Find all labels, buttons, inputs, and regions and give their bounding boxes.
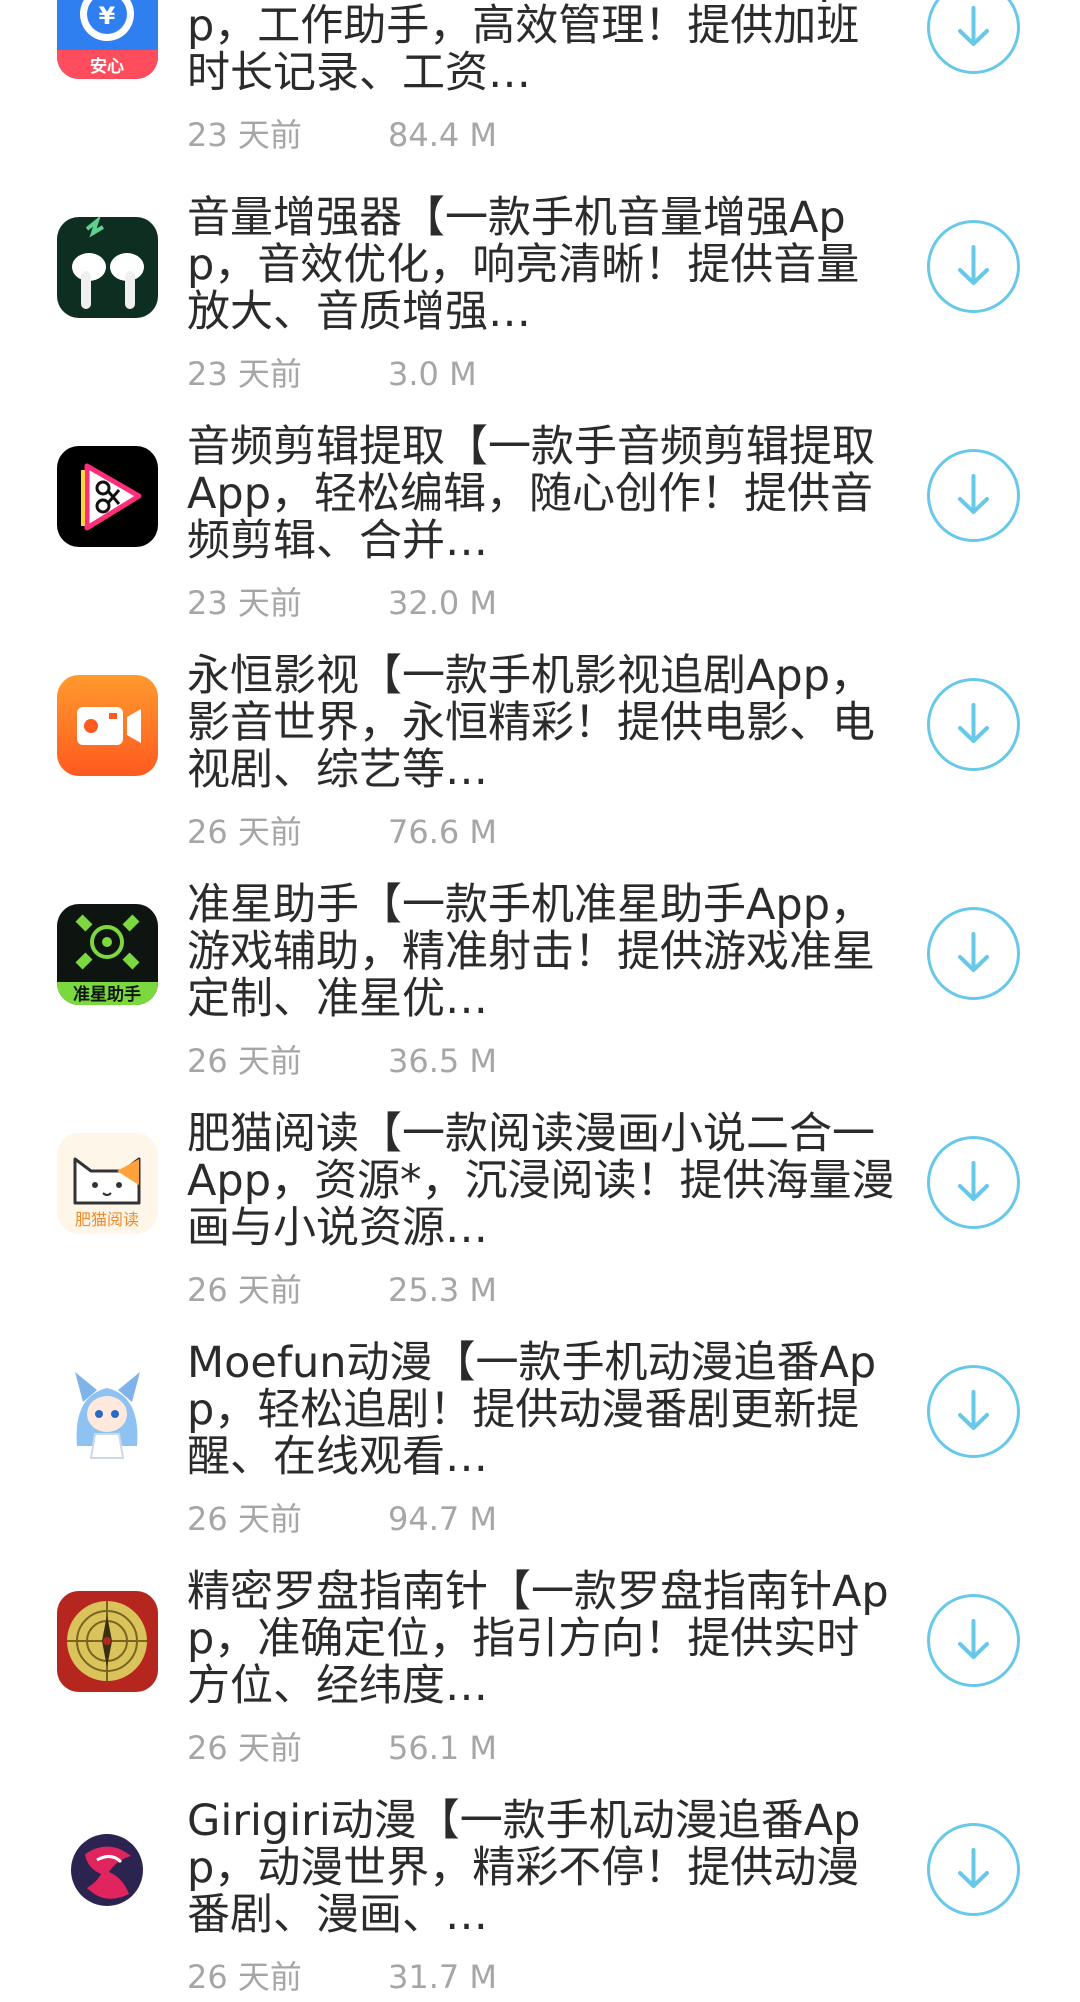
list-item[interactable]: 音频剪辑提取【一款手音频剪辑提取App，轻松编辑，随心创作！提供音频剪辑、合并…… — [0, 424, 1080, 675]
app-file-size: 94.7 M — [388, 1500, 498, 1538]
clock-yen-icon: ¥ 安心 — [57, 0, 158, 79]
svg-text:准星助手: 准星助手 — [73, 984, 141, 1005]
download-button[interactable] — [927, 1823, 1020, 1916]
app-description: Girigiri动漫【一款手机动漫追番App，动漫世界，精彩不停！提供动漫番剧、… — [187, 1798, 861, 1940]
app-description: 准星助手【一款手机准星助手App，游戏辅助，精准射击！提供游戏准星定制、准星优… — [187, 882, 875, 1024]
download-button[interactable] — [927, 1365, 1020, 1458]
app-update-date: 23 天前 — [187, 116, 302, 154]
list-item[interactable]: 肥猫阅读 肥猫阅读【一款阅读漫画小说二合一App，资源*，沉浸阅读！提供海量漫画… — [0, 1111, 1080, 1362]
list-item[interactable]: 准星助手 准星助手【一款手机准星助手App，游戏辅助，精准射击！提供游戏准星定制… — [0, 882, 1080, 1133]
app-update-date: 26 天前 — [187, 813, 302, 851]
app-file-size: 76.6 M — [388, 813, 498, 851]
app-update-date: 26 天前 — [187, 1500, 302, 1538]
app-file-size: 56.1 M — [388, 1729, 498, 1767]
app-file-size: 25.3 M — [388, 1271, 498, 1309]
crosshair-icon: 准星助手 — [57, 904, 158, 1005]
compass-icon — [57, 1591, 158, 1692]
anime-girl-icon — [57, 1362, 158, 1463]
list-item[interactable]: 音量增强器【一款手机音量增强App，音效优化，响亮清晰！提供音量放大、音质增强…… — [0, 195, 1080, 446]
fat-cat-icon: 肥猫阅读 — [57, 1133, 158, 1234]
earbuds-icon — [57, 217, 158, 318]
app-update-date: 23 天前 — [187, 355, 302, 393]
list-item[interactable]: Girigiri动漫【一款手机动漫追番App，动漫世界，精彩不停！提供动漫番剧、… — [0, 1798, 1080, 2002]
app-update-date: 26 天前 — [187, 1042, 302, 1080]
download-arrow-icon — [958, 1390, 989, 1430]
svg-text:安心: 安心 — [90, 56, 124, 77]
app-update-date: 26 天前 — [187, 1729, 302, 1767]
scissors-play-icon — [57, 446, 158, 547]
list-item[interactable]: 永恒影视【一款手机影视追剧App，影音世界，永恒精彩！提供电影、电视剧、综艺等…… — [0, 653, 1080, 904]
app-file-size: 36.5 M — [388, 1042, 498, 1080]
video-camera-icon — [57, 675, 158, 776]
app-file-size: 3.0 M — [388, 355, 477, 393]
app-update-date: 23 天前 — [187, 584, 302, 622]
download-button[interactable] — [927, 0, 1020, 74]
download-arrow-icon — [958, 474, 989, 514]
app-description: 肥猫阅读【一款阅读漫画小说二合一App，资源*，沉浸阅读！提供海量漫画与小说资源… — [187, 1111, 895, 1253]
list-item[interactable]: Moefun动漫【一款手机动漫追番App，轻松追剧！提供动漫番剧更新提醒、在线观… — [0, 1340, 1080, 1591]
app-description: 精密罗盘指南针【一款罗盘指南针App，准确定位，指引方向！提供实时方位、经纬度… — [187, 1569, 889, 1711]
download-button[interactable] — [927, 220, 1020, 313]
app-list: ¥ 安心 安心记加班【一款手机加班记录App，工作助手，高效管理！提供加班时长记… — [0, 0, 1080, 2002]
download-button[interactable] — [927, 678, 1020, 771]
app-description: Moefun动漫【一款手机动漫追番App，轻松追剧！提供动漫番剧更新提醒、在线观… — [187, 1340, 877, 1482]
svg-text:肥猫阅读: 肥猫阅读 — [75, 1210, 139, 1229]
app-file-size: 32.0 M — [388, 584, 498, 622]
app-description: 音频剪辑提取【一款手音频剪辑提取App，轻松编辑，随心创作！提供音频剪辑、合并… — [187, 424, 875, 566]
download-arrow-icon — [958, 245, 989, 285]
download-button[interactable] — [927, 1136, 1020, 1229]
app-update-date: 26 天前 — [187, 1958, 302, 1996]
app-description: 安心记加班【一款手机加班记录App，工作助手，高效管理！提供加班时长记录、工资… — [187, 0, 860, 98]
app-update-date: 26 天前 — [187, 1271, 302, 1309]
app-description: 音量增强器【一款手机音量增强App，音效优化，响亮清晰！提供音量放大、音质增强… — [187, 195, 860, 337]
app-file-size: 84.4 M — [388, 116, 498, 154]
app-description: 永恒影视【一款手机影视追剧App，影音世界，永恒精彩！提供电影、电视剧、综艺等… — [187, 653, 875, 795]
download-button[interactable] — [927, 1594, 1020, 1687]
girigiri-logo-icon — [57, 1820, 158, 1921]
download-arrow-icon — [958, 1619, 989, 1659]
download-arrow-icon — [958, 703, 989, 743]
list-item[interactable]: 精密罗盘指南针【一款罗盘指南针App，准确定位，指引方向！提供实时方位、经纬度…… — [0, 1569, 1080, 1820]
download-arrow-icon — [958, 6, 989, 46]
download-button[interactable] — [927, 449, 1020, 542]
list-item[interactable]: ¥ 安心 安心记加班【一款手机加班记录App，工作助手，高效管理！提供加班时长记… — [0, 0, 1080, 207]
download-arrow-icon — [958, 932, 989, 972]
download-arrow-icon — [958, 1161, 989, 1201]
app-file-size: 31.7 M — [388, 1958, 498, 1996]
svg-text:¥: ¥ — [99, 2, 116, 30]
download-button[interactable] — [927, 907, 1020, 1000]
download-arrow-icon — [958, 1848, 989, 1888]
